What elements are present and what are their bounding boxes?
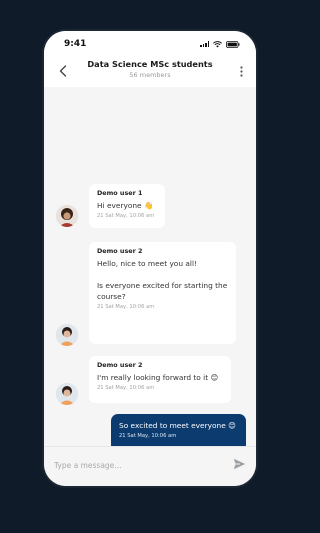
message-sender: Demo user 2 xyxy=(97,361,143,369)
message-sender: Demo user 2 xyxy=(97,247,143,255)
message-time: 21 Sat May, 10:06 am xyxy=(119,433,177,439)
message-input[interactable] xyxy=(54,457,214,473)
message-text: Hi everyone 👋 xyxy=(97,201,154,210)
message-bubble[interactable]: Demo user 1 Hi everyone 👋 21 Sat May, 10… xyxy=(89,184,165,228)
member-count: 56 members xyxy=(129,71,171,79)
message-text: So excited to meet everyone 😊 xyxy=(119,421,236,430)
chat-title: Data Science MSc students xyxy=(87,59,213,69)
status-time: 9:41 xyxy=(64,39,87,49)
message-bubble[interactable]: Demo user 2 Hello, nice to meet you all!… xyxy=(89,242,236,344)
avatar-demo-user-1[interactable] xyxy=(56,205,78,227)
battery-icon xyxy=(226,40,240,48)
message-time: 21 Sat May, 10:06 am xyxy=(97,385,155,391)
message-text: Hello, nice to meet you all! Is everyone… xyxy=(97,259,228,301)
message-text: I'm really looking forward to it 😊 xyxy=(97,373,219,382)
more-vertical-icon xyxy=(239,65,243,77)
more-options-button[interactable] xyxy=(236,63,246,79)
phone-frame: 9:41 Data Science MSc students 56 member… xyxy=(42,29,258,488)
chat-screen: 9:41 Data Science MSc students 56 member… xyxy=(44,31,256,486)
message-bubble[interactable]: Demo user 2 I'm really looking forward t… xyxy=(89,356,231,403)
status-icons xyxy=(200,40,240,48)
avatar-demo-user-2[interactable] xyxy=(56,383,78,405)
send-icon xyxy=(233,458,245,470)
chat-header: Data Science MSc students 56 members xyxy=(44,57,256,87)
message-sender: Demo user 1 xyxy=(97,189,143,197)
message-composer xyxy=(44,446,256,486)
message-time: 21 Sat May, 10:06 am xyxy=(97,213,155,219)
send-button[interactable] xyxy=(232,457,246,471)
message-time: 21 Sat May, 10:06 am xyxy=(97,304,155,310)
wifi-icon xyxy=(213,40,222,48)
signal-icon xyxy=(200,41,209,47)
status-bar: 9:41 xyxy=(44,31,256,57)
message-list: Demo user 1 Hi everyone 👋 21 Sat May, 10… xyxy=(44,87,256,452)
avatar-demo-user-2[interactable] xyxy=(56,324,78,346)
